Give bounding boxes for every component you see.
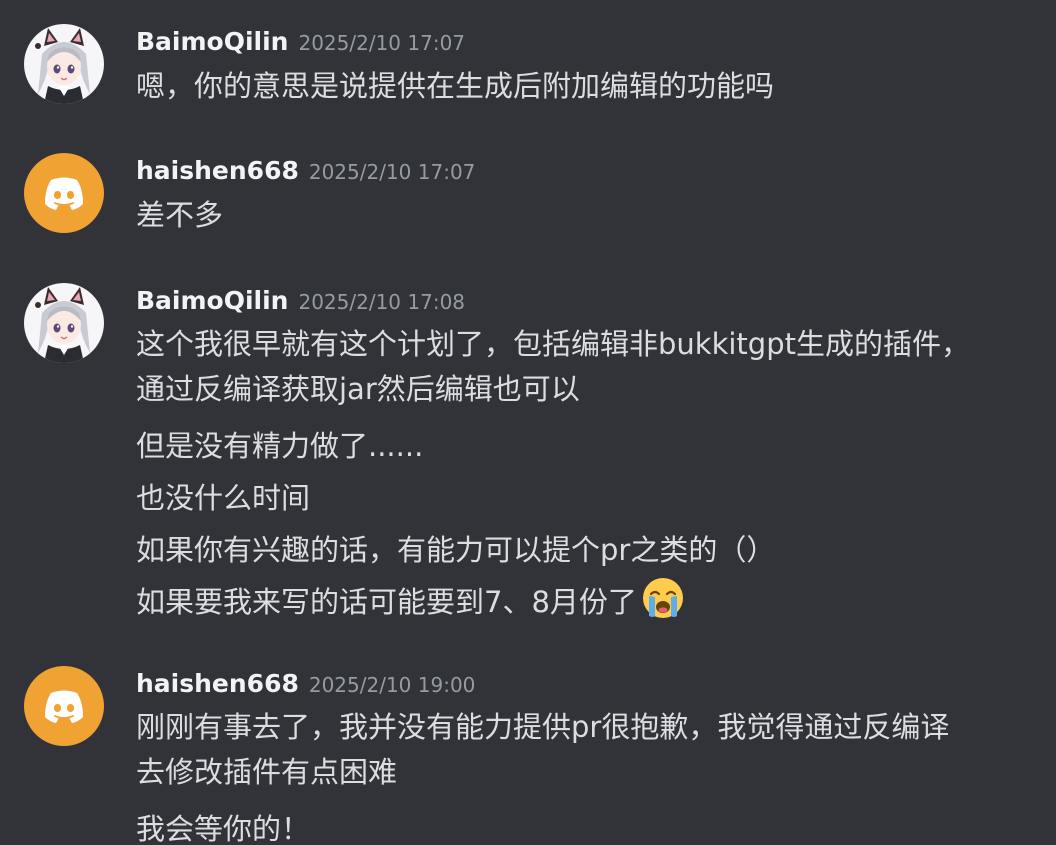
- anime-catgirl-avatar-icon: [24, 283, 104, 363]
- avatar[interactable]: [24, 666, 104, 746]
- message-text: 如果要我来写的话可能要到7、8月份了: [136, 585, 637, 619]
- loudly-crying-face-icon[interactable]: [641, 576, 685, 636]
- message-text: 嗯，你的意思是说提供在生成后附加编辑的功能吗: [136, 69, 775, 103]
- username[interactable]: BaimoQilin: [136, 27, 288, 56]
- avatar[interactable]: [24, 283, 104, 363]
- message-text: 我会等你的！: [136, 812, 311, 845]
- timestamp[interactable]: 2025/2/10 19:00: [309, 673, 476, 697]
- timestamp[interactable]: 2025/2/10 17:07: [309, 160, 476, 184]
- message-text-with-emoji: 如果要我来写的话可能要到7、8月份了: [136, 576, 976, 636]
- message-body: BaimoQilin 2025/2/10 17:07 嗯，你的意思是说提供在生成后…: [136, 24, 976, 112]
- message-header: BaimoQilin 2025/2/10 17:08: [136, 283, 976, 319]
- message-text: 这个我很早就有这个计划了，包括编辑非bukkitgpt生成的插件，通过反编译获取…: [136, 327, 970, 406]
- username[interactable]: BaimoQilin: [136, 286, 288, 315]
- anime-catgirl-avatar-icon: [24, 24, 104, 104]
- username[interactable]: haishen668: [136, 156, 299, 185]
- message-text: 也没什么时间: [136, 481, 311, 515]
- message-text: 但是没有精力做了......: [136, 429, 424, 463]
- message-body: haishen668 2025/2/10 19:00 刚刚有事去了，我并没有能力提…: [136, 666, 976, 845]
- message-header: haishen668 2025/2/10 17:07: [136, 153, 976, 189]
- discord-default-avatar-icon: [24, 153, 104, 233]
- message-body: BaimoQilin 2025/2/10 17:08 这个我很早就有这个计划了，包…: [136, 283, 976, 636]
- message-text: 刚刚有事去了，我并没有能力提供pr很抱歉，我觉得通过反编译去修改插件有点困难: [136, 710, 950, 789]
- chat-message-list: BaimoQilin 2025/2/10 17:07 嗯，你的意思是说提供在生成后…: [0, 0, 1056, 845]
- message-text: 如果你有兴趣的话，有能力可以提个pr之类的（）: [136, 533, 776, 567]
- avatar[interactable]: [24, 153, 104, 233]
- discord-default-avatar-icon: [24, 666, 104, 746]
- message-header: BaimoQilin 2025/2/10 17:07: [136, 24, 976, 60]
- message-header: haishen668 2025/2/10 19:00: [136, 666, 976, 702]
- username[interactable]: haishen668: [136, 669, 299, 698]
- timestamp[interactable]: 2025/2/10 17:07: [298, 31, 465, 55]
- timestamp[interactable]: 2025/2/10 17:08: [298, 290, 465, 314]
- message-body: haishen668 2025/2/10 17:07 差不多: [136, 153, 976, 241]
- avatar[interactable]: [24, 24, 104, 104]
- message-text: 差不多: [136, 198, 224, 232]
